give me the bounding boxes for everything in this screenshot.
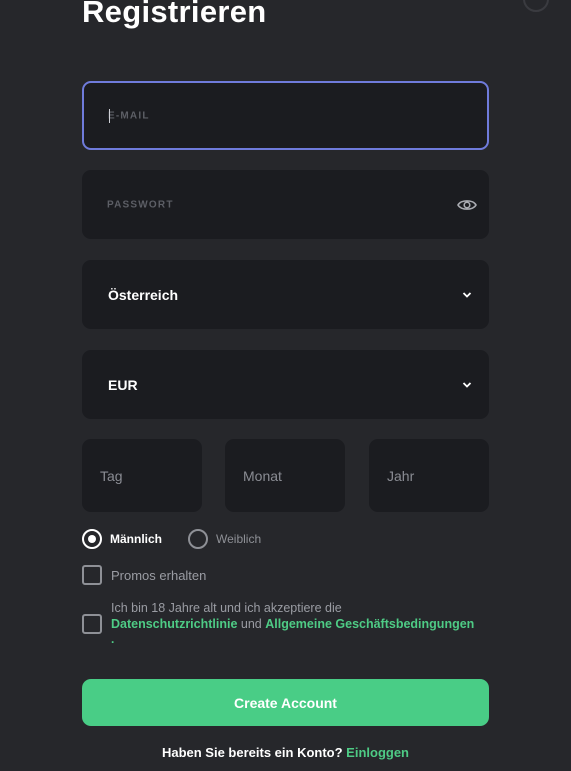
terms-joiner: und	[237, 617, 266, 631]
gender-option-male[interactable]: Männlich	[82, 529, 162, 549]
radio-checked[interactable]	[82, 529, 102, 549]
birth-month-placeholder: Monat	[243, 467, 282, 484]
password-placeholder: PASSWORT	[107, 199, 174, 210]
terms-trailing-dot: .	[111, 632, 115, 646]
registration-page: Registrieren E-MAIL PASSWORT Österreich …	[0, 0, 571, 771]
chevron-down-icon	[457, 375, 477, 395]
terms-text: Ich bin 18 Jahre alt und ich akzeptiere …	[111, 600, 501, 632]
currency-value: EUR	[108, 376, 138, 393]
birth-year-placeholder: Jahr	[387, 467, 415, 484]
eye-icon[interactable]	[457, 195, 477, 215]
page-title: Registrieren	[82, 0, 267, 29]
promos-checkbox[interactable]	[82, 565, 102, 585]
gender-label-female: Weiblich	[216, 532, 262, 546]
gender-label-male: Männlich	[110, 532, 163, 546]
chevron-down-icon	[457, 285, 477, 305]
radio-unchecked[interactable]	[188, 529, 209, 549]
email-placeholder: E-MAIL	[108, 110, 150, 121]
text-caret	[109, 108, 110, 123]
gender-option-female[interactable]: Weiblich	[188, 529, 261, 549]
terms-checkbox[interactable]	[82, 614, 102, 634]
birth-month-input[interactable]: Monat	[225, 439, 345, 512]
currency-select[interactable]: EUR	[82, 350, 489, 419]
create-account-button[interactable]: Create Account	[82, 679, 489, 726]
terms-conditions-link[interactable]: Allgemeine Geschäftsbedingungen	[265, 617, 474, 631]
close-icon[interactable]	[523, 0, 549, 12]
login-question: Haben Sie bereits ein Konto?	[161, 745, 347, 760]
login-prompt: Haben Sie bereits ein Konto? Einloggen	[0, 745, 571, 760]
birth-year-input[interactable]: Jahr	[369, 439, 489, 512]
login-link[interactable]: Einloggen	[346, 745, 409, 760]
promos-label: Promos erhalten	[111, 568, 207, 583]
privacy-policy-link[interactable]: Datenschutzrichtlinie	[111, 617, 237, 631]
email-field[interactable]: E-MAIL	[82, 81, 489, 150]
country-value: Österreich	[108, 286, 179, 303]
terms-text-before: Ich bin 18 Jahre alt und ich akzeptiere …	[111, 601, 342, 615]
birth-day-placeholder: Tag	[100, 467, 123, 484]
country-select[interactable]: Österreich	[82, 260, 489, 329]
gender-radio-group: Männlich Weiblich	[82, 528, 261, 550]
birth-day-input[interactable]: Tag	[82, 439, 202, 512]
password-field[interactable]: PASSWORT	[82, 170, 489, 239]
